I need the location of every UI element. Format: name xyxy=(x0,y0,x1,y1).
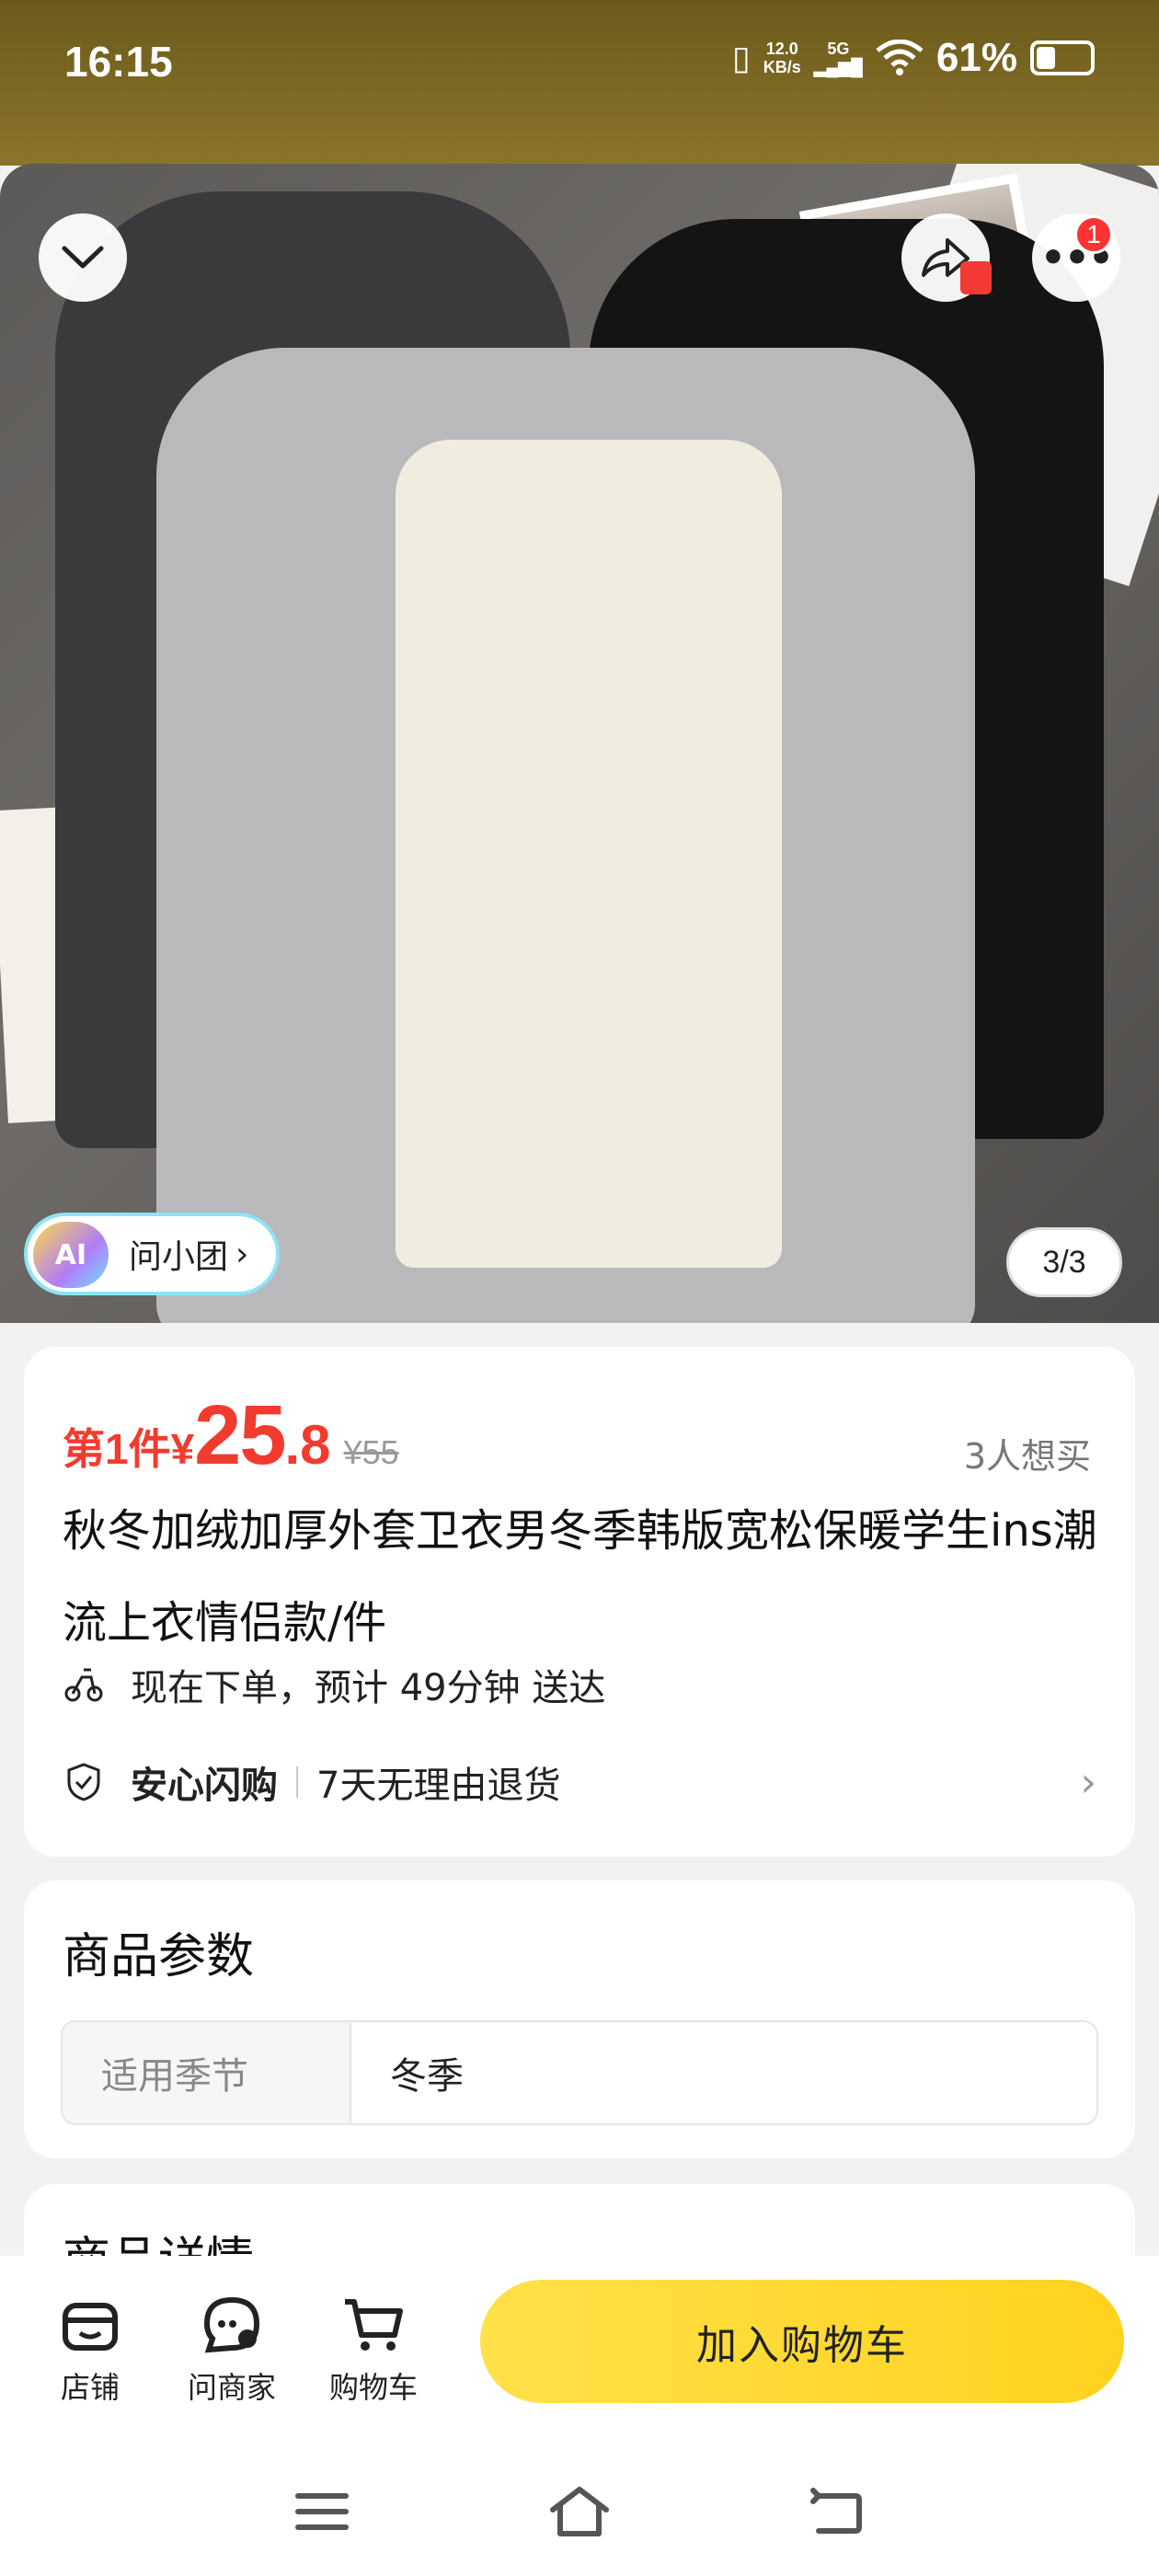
status-time: 16:15 xyxy=(64,38,173,86)
cart-icon xyxy=(345,2299,403,2351)
battery-icon xyxy=(1030,40,1095,75)
ask-merchant-label: 问商家 xyxy=(187,2370,276,2405)
menu-icon xyxy=(295,2493,349,2530)
params-section-title: 商品参数 xyxy=(63,1929,255,1984)
network-speed: 12.0 KB/s xyxy=(763,40,801,76)
delivery-estimate: 现在下单，预计 49分钟 送达 xyxy=(63,1658,605,1711)
delivery-text: 现在下单，预计 49分钟 送达 xyxy=(131,1667,606,1709)
back-icon xyxy=(810,2488,862,2534)
back-nav-button[interactable] xyxy=(800,2475,874,2548)
param-key: 适用季节 xyxy=(63,2022,351,2123)
notification-badge: 1 xyxy=(1074,215,1113,254)
shop-label: 店铺 xyxy=(60,2370,120,2405)
guarantee-row[interactable]: 安心闪购 7天无理由退货 › xyxy=(63,1755,1096,1809)
want-count: 3人想买 xyxy=(963,1436,1091,1477)
param-value: 冬季 xyxy=(390,2055,464,2098)
price-decimal: .8 xyxy=(284,1414,331,1476)
home-icon xyxy=(550,2487,609,2536)
divider xyxy=(296,1766,298,1798)
cart-nav-button[interactable]: 购物车 xyxy=(309,2293,438,2407)
battery-level: 61% xyxy=(935,35,1017,80)
home-nav-button[interactable] xyxy=(543,2475,616,2548)
ask-assistant-button[interactable]: AI 问小团 › xyxy=(24,1213,281,1295)
fleece-lining xyxy=(396,440,782,1268)
status-bar: 16:15 ▯ 12.0 KB/s 5G ▂▄▆█ 61% xyxy=(0,0,1159,166)
product-title: 秋冬加绒加厚外套卫衣男冬季韩版宽松保暖学生ins潮流上衣情侣款/件 xyxy=(63,1505,1097,1649)
menu-nav-button[interactable] xyxy=(285,2475,359,2548)
chevron-right-icon: › xyxy=(1080,1758,1096,1806)
ai-assistant-icon: AI xyxy=(33,1222,109,1288)
status-icons: ▯ 12.0 KB/s 5G ▂▄▆█ 61% xyxy=(732,35,1095,81)
price-row: 第1件¥ 25 .8 ¥55 xyxy=(63,1387,399,1484)
guarantee-brand: 安心闪购 xyxy=(131,1765,278,1807)
red-packet-icon xyxy=(960,261,992,294)
rider-icon xyxy=(63,1663,105,1706)
wifi-icon xyxy=(876,40,924,75)
share-button[interactable] xyxy=(901,213,992,302)
add-to-cart-button[interactable]: 加入购物车 xyxy=(480,2280,1124,2403)
ask-label: 问小团 xyxy=(129,1238,229,1276)
shop-icon xyxy=(63,2303,118,2351)
shop-button[interactable]: 店铺 xyxy=(26,2293,155,2407)
product-image-carousel[interactable]: ••• 1 AI 问小团 › 3/3 xyxy=(0,164,1159,1323)
vibrate-icon: ▯ xyxy=(731,39,751,77)
collapse-button[interactable] xyxy=(39,213,127,302)
price-prefix: 第1件¥ xyxy=(63,1425,195,1473)
chevron-right-icon: › xyxy=(235,1235,249,1273)
ask-merchant-button[interactable]: 问商家 xyxy=(167,2293,296,2407)
params-table: 适用季节 冬季 xyxy=(61,2020,1098,2125)
cart-nav-label: 购物车 xyxy=(328,2370,418,2405)
original-price: ¥55 xyxy=(343,1433,399,1471)
price-integer: 25 xyxy=(194,1388,286,1482)
chevron-down-icon xyxy=(62,246,104,269)
cellular-signal-icon: 5G ▂▄▆█ xyxy=(813,40,863,76)
image-page-indicator: 3/3 xyxy=(1006,1227,1122,1297)
shield-icon xyxy=(63,1761,105,1803)
product-info-card: 第1件¥ 25 .8 ¥55 3人想买 秋冬加绒加厚外套卫衣男冬季韩版宽松保暖学… xyxy=(24,1347,1135,1857)
system-navigation-bar xyxy=(0,2447,1159,2576)
product-params-card: 商品参数 适用季节 冬季 xyxy=(24,1880,1135,2158)
guarantee-text: 7天无理由退货 xyxy=(316,1765,561,1807)
chat-icon xyxy=(203,2296,260,2353)
